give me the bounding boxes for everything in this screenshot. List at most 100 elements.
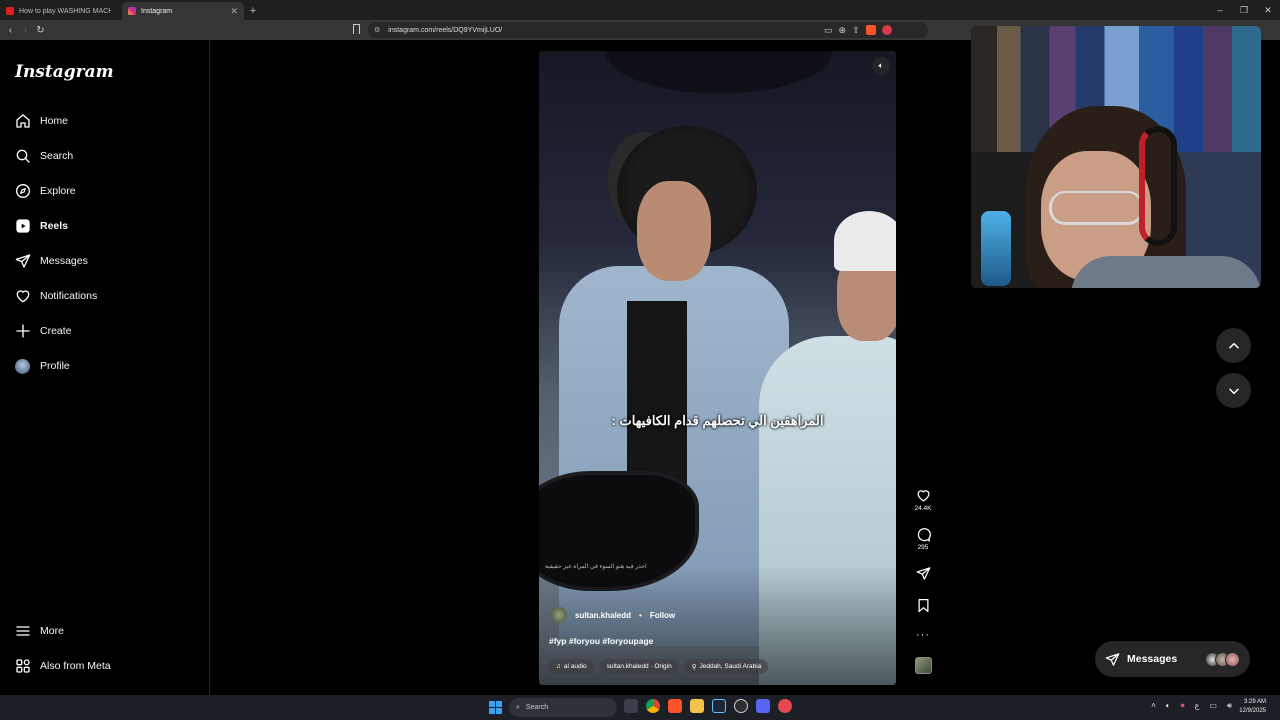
sidebar-item-reels[interactable]: Reels: [14, 215, 68, 237]
sidebar-item-explore[interactable]: Explore: [14, 180, 76, 202]
brave-rewards-icon[interactable]: [881, 25, 892, 35]
mute-button[interactable]: 🔈︎: [872, 57, 890, 75]
avatar: [14, 358, 31, 375]
send-icon: [14, 253, 31, 270]
sidebar-item-also-from-meta[interactable]: Also from Meta: [14, 655, 111, 677]
close-window-button[interactable]: ✕: [1256, 0, 1280, 20]
search-icon: ⌕: [516, 703, 520, 711]
instagram-logo[interactable]: Instagram: [15, 62, 114, 82]
microphone-icon[interactable]: ⏺: [1181, 701, 1185, 711]
speaker-icon[interactable]: 🔊︎: [1227, 701, 1232, 711]
reel-video[interactable]: 🔈︎ المراهقين الي تحصلهم قدام الكافيهات :…: [539, 51, 896, 685]
sidebar-item-label: Reels: [40, 220, 69, 232]
chevron-down-icon: [1228, 388, 1239, 394]
chrome-icon[interactable]: [646, 699, 660, 713]
location-pill[interactable]: ⚲ Jeddah, Saudi Arabia: [684, 659, 769, 674]
share-icon[interactable]: ⇪: [852, 25, 860, 36]
audio-thumbnail[interactable]: [914, 657, 932, 674]
mirror-warning-text: احذر فيه هنو السوء في المراة غير حقيقية: [545, 564, 647, 570]
tab-instagram[interactable]: Instagram ✕: [122, 2, 244, 20]
steam-icon[interactable]: [712, 699, 726, 713]
sidebar-item-create[interactable]: Create: [14, 320, 72, 342]
brave-shields-icon[interactable]: [865, 25, 876, 35]
new-tab-button[interactable]: +: [244, 2, 262, 20]
site-info-icon[interactable]: ⚙: [374, 26, 380, 34]
file-explorer-icon[interactable]: [690, 699, 704, 713]
bookmark-icon: [916, 598, 931, 613]
close-tab-icon[interactable]: ✕: [230, 6, 238, 17]
heart-icon: [916, 488, 931, 503]
browser-tab-bar: How to play WASHING MACHINE HI... Instag…: [0, 0, 1280, 20]
url-text: instagram.com/reels/DQ9YVmijLUO/: [388, 26, 503, 34]
windows-start-icon[interactable]: [489, 701, 502, 714]
sidebar-item-label: Also from Meta: [40, 660, 111, 672]
sidebar-item-more[interactable]: More: [14, 620, 64, 642]
send-icon: [1105, 652, 1120, 667]
origin-pill[interactable]: sultan.khaledd · Origin: [599, 659, 679, 674]
task-view-icon[interactable]: [624, 699, 638, 713]
clock-time: 3:29 AM: [1243, 699, 1266, 705]
reel-actions: 24.4K 295 ···: [910, 488, 936, 674]
discord-icon[interactable]: [756, 699, 770, 713]
reel-meta-row: ♫ al audio sultan.khaledd · Origin ⚲ Jed…: [549, 659, 769, 674]
like-button[interactable]: 24.4K: [915, 488, 932, 512]
window-controls: – ❐ ✕: [1208, 0, 1280, 20]
author-username[interactable]: sultan.khaledd: [575, 611, 631, 620]
reels-icon: [14, 218, 31, 235]
share-button[interactable]: [916, 566, 931, 581]
separator-dot: •: [639, 610, 642, 620]
clock-date: 12/9/2025: [1239, 708, 1266, 714]
chevron-up-icon: [1228, 342, 1239, 348]
sidebar-item-profile[interactable]: Profile: [14, 355, 70, 377]
brave-icon[interactable]: [668, 699, 682, 713]
video-frame-cap: [834, 211, 896, 271]
plus-icon: [14, 323, 31, 340]
network-icon[interactable]: ▭: [1209, 701, 1217, 711]
sidebar-item-search[interactable]: Search: [14, 145, 73, 167]
sidebar-item-label: Notifications: [40, 290, 98, 302]
location-pin-icon: ⚲: [691, 663, 697, 671]
zoom-icon[interactable]: ⊕: [839, 25, 847, 36]
bookmark-icon[interactable]: [353, 24, 360, 34]
windows-taskbar: ⌕ Search ˄ 🔈︎ ⏺ ع ▭ 🔊︎ 3:29 AM 12/9/2025: [0, 695, 1280, 720]
app-icon[interactable]: [778, 699, 792, 713]
tab-title: Instagram: [141, 7, 173, 15]
sidebar-item-messages[interactable]: Messages: [14, 250, 88, 272]
language-icon[interactable]: ع: [1195, 701, 1200, 711]
messages-pill[interactable]: Messages: [1095, 641, 1250, 677]
sidebar-item-label: Home: [40, 115, 69, 127]
home-icon: [14, 113, 31, 130]
minimize-button[interactable]: –: [1208, 0, 1232, 20]
youtube-favicon-icon: [6, 7, 14, 15]
send-icon: [916, 566, 931, 581]
save-button[interactable]: [916, 598, 931, 613]
chevron-up-icon[interactable]: ˄: [1151, 701, 1156, 711]
audio-pill[interactable]: ♫ al audio: [549, 659, 594, 674]
restore-button[interactable]: ❐: [1232, 0, 1256, 20]
comment-count: 295: [917, 544, 929, 551]
cast-icon[interactable]: ▭: [824, 25, 833, 36]
sidebar-item-label: Search: [40, 150, 74, 162]
volume-icon[interactable]: 🔈︎: [1166, 701, 1171, 711]
sidebar-item-notifications[interactable]: Notifications: [14, 285, 97, 307]
taskbar-search[interactable]: ⌕ Search: [509, 698, 617, 717]
taskbar-clock[interactable]: 3:29 AM 12/9/2025: [1239, 698, 1266, 716]
sidebar-item-home[interactable]: Home: [14, 110, 68, 132]
author-avatar[interactable]: [551, 607, 567, 623]
next-reel-button[interactable]: [1216, 373, 1251, 408]
system-tray: ˄ 🔈︎ ⏺ ع ▭ 🔊︎: [1151, 701, 1232, 711]
more-options-button[interactable]: ···: [916, 629, 930, 641]
comment-button[interactable]: 295: [916, 527, 931, 551]
reload-button[interactable]: ↻: [33, 20, 48, 40]
obs-icon[interactable]: [734, 699, 748, 713]
instagram-favicon-icon: [128, 7, 136, 15]
back-button[interactable]: ‹: [3, 20, 18, 40]
tab-youtube[interactable]: How to play WASHING MACHINE HI...: [0, 2, 122, 20]
sidebar-item-label: Messages: [40, 255, 88, 267]
previous-reel-button[interactable]: [1216, 328, 1251, 363]
follow-button[interactable]: Follow: [650, 611, 675, 620]
forward-button[interactable]: ›: [18, 20, 33, 40]
webcam-microphone: [981, 211, 1011, 286]
taskbar-apps: [624, 699, 792, 713]
meta-grid-icon: [14, 658, 31, 675]
